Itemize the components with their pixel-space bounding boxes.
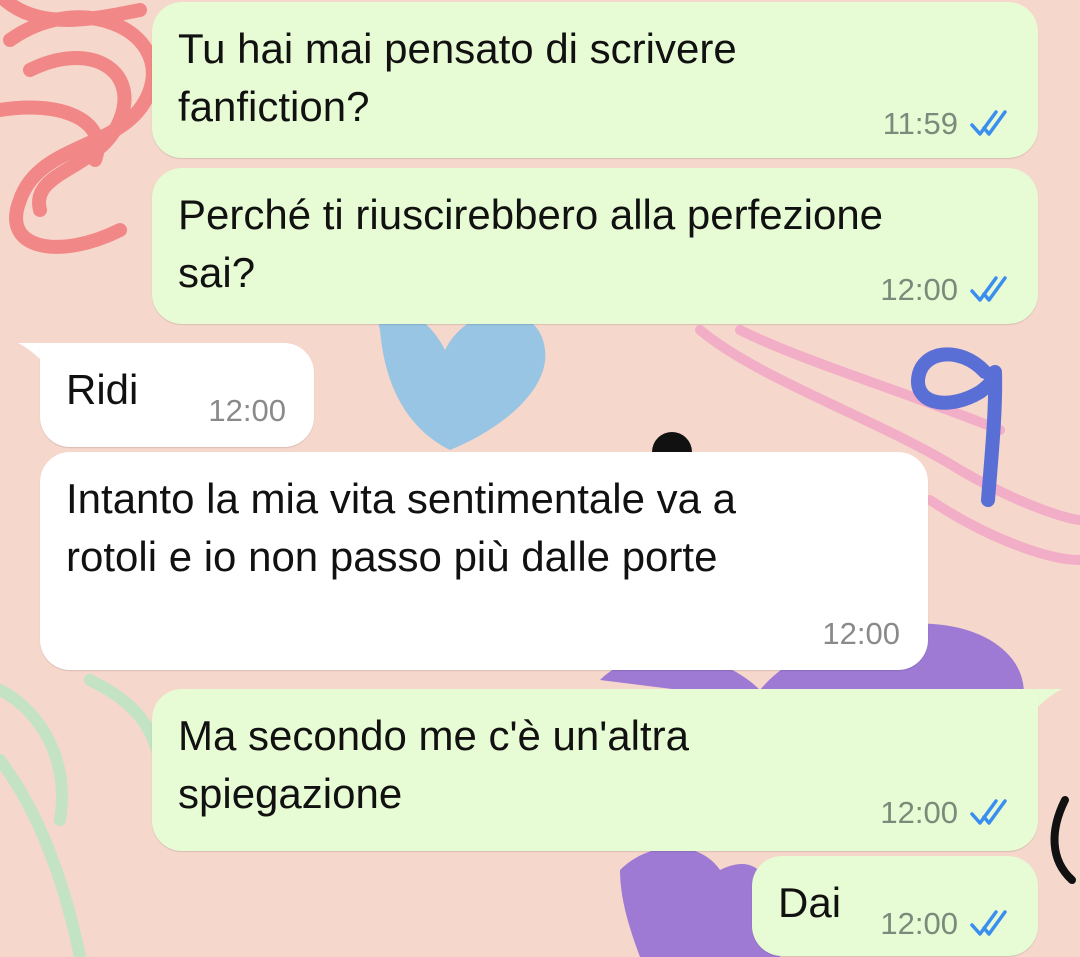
message-text: Dai xyxy=(778,879,842,926)
message-time: 12:00 xyxy=(822,616,900,651)
message-text: Ridi xyxy=(66,366,139,413)
message-bubble-outgoing[interactable]: Perché ti riuscirebbero alla perfezione … xyxy=(152,168,1038,324)
message-time: 11:59 xyxy=(882,106,958,141)
read-receipt-icon xyxy=(970,276,1007,302)
message-time: 12:00 xyxy=(880,272,958,307)
black-arc-doodle xyxy=(1050,796,1076,884)
message-text: Tu hai mai pensato di scrivere fanfictio… xyxy=(178,25,737,130)
blue-heart-doodle xyxy=(378,309,546,450)
message-bubble-outgoing[interactable]: Dai 12:00 xyxy=(752,856,1038,956)
read-receipt-icon xyxy=(970,910,1007,936)
green-doodle xyxy=(0,674,166,957)
message-time: 12:00 xyxy=(208,393,286,428)
read-receipt-icon xyxy=(970,110,1007,136)
read-receipt-icon xyxy=(970,799,1007,825)
bubble-tail xyxy=(1034,689,1062,711)
message-bubble-outgoing[interactable]: Tu hai mai pensato di scrivere fanfictio… xyxy=(152,2,1038,158)
message-time: 12:00 xyxy=(880,906,958,941)
message-text: Ma secondo me c'è un'altra spiegazione xyxy=(178,712,689,817)
message-time: 12:00 xyxy=(880,795,958,830)
message-bubble-outgoing[interactable]: Ma secondo me c'è un'altra spiegazione 1… xyxy=(152,689,1038,851)
message-text: Perché ti riuscirebbero alla perfezione … xyxy=(178,191,884,296)
message-bubble-incoming[interactable]: Intanto la mia vita sentimentale va a ro… xyxy=(40,452,928,670)
red-flower-doodle xyxy=(0,0,160,254)
message-text: Intanto la mia vita sentimentale va a ro… xyxy=(66,475,737,580)
message-bubble-incoming[interactable]: Ridi 12:00 xyxy=(40,343,314,447)
